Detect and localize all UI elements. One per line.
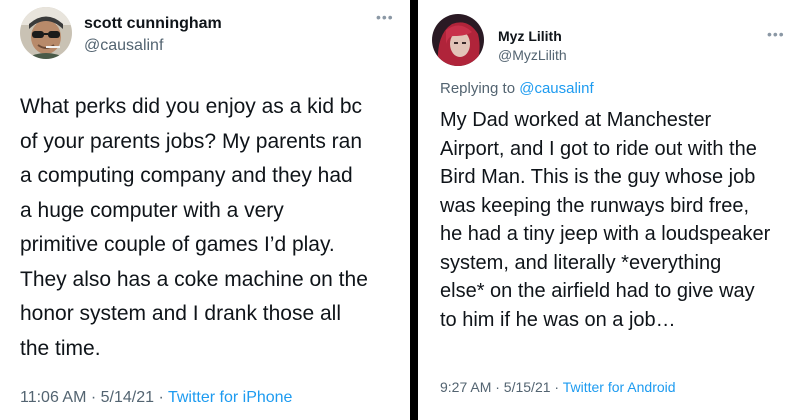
tweet-card-scott[interactable]: scott cunningham @causalinf ••• What per… bbox=[0, 0, 410, 420]
more-dots-icon[interactable]: ••• bbox=[376, 9, 394, 25]
author-name[interactable]: scott cunningham bbox=[84, 15, 222, 33]
avatar-photo-icon bbox=[432, 14, 484, 66]
tweet-text-line: Bird Man. This is the guy whose job bbox=[440, 166, 756, 188]
tweet-text-line: to him if he was on a job… bbox=[440, 308, 676, 331]
avatar-scott[interactable] bbox=[20, 7, 72, 59]
tweet-text-line: Airport, and I got to ride out with the bbox=[440, 137, 757, 160]
avatar-photo-icon bbox=[20, 7, 72, 59]
tweet-meta: 9:27 AM · 5/15/21 · Twitter for Android bbox=[440, 379, 676, 395]
author-handle[interactable]: @MyzLilith bbox=[498, 47, 567, 63]
tweet-source-link[interactable]: Twitter for Android bbox=[563, 379, 676, 395]
screenshot-composite: scott cunningham @causalinf ••• What per… bbox=[0, 0, 800, 420]
meta-separator: · bbox=[550, 379, 563, 395]
tweet-timestamp[interactable]: 9:27 AM · 5/15/21 bbox=[440, 379, 551, 395]
tweet-text-line: What perks did you enjoy as a kid bc bbox=[20, 95, 363, 118]
replying-prefix: Replying to bbox=[440, 80, 520, 97]
more-dots-icon[interactable]: ••• bbox=[767, 26, 785, 42]
tweet-text-line: a huge computer with a very bbox=[20, 198, 284, 222]
meta-separator: · bbox=[154, 389, 168, 406]
tweet-text-line: he had a tiny jeep with a loudspeaker bbox=[440, 223, 771, 245]
tweet-text-line: else* on the airfield had to give way bbox=[440, 280, 755, 302]
author-handle[interactable]: @causalinf bbox=[84, 37, 163, 55]
tweet-meta: 11:06 AM · 5/14/21 · Twitter for iPhone bbox=[20, 389, 292, 407]
tweet-text: What perks did you enjoy as a kid bc of … bbox=[20, 90, 405, 366]
replying-to: Replying to @causalinf bbox=[440, 80, 594, 97]
tweet-text-line: system, and literally *everything bbox=[440, 251, 722, 274]
avatar-myz[interactable] bbox=[432, 14, 484, 66]
tweet-card-myz[interactable]: Myz Lilith @MyzLilith ••• Replying to @c… bbox=[418, 0, 800, 420]
tweet-text-line: My Dad worked at Manchester bbox=[440, 109, 712, 131]
tweet-text-line: a computing company and they had bbox=[20, 164, 353, 187]
tweet-text-line: of your parents jobs? My parents ran bbox=[20, 129, 363, 153]
tweet-text-line: the time. bbox=[20, 336, 101, 360]
reply-mention-link[interactable]: @causalinf bbox=[519, 80, 593, 97]
tweet-text-line: was keeping the runways bird free, bbox=[440, 194, 750, 217]
tweet-text: My Dad worked at Manchester Airport, and… bbox=[440, 106, 800, 334]
author-name[interactable]: Myz Lilith bbox=[498, 28, 562, 44]
tweet-text-line: primitive couple of games I’d play. bbox=[20, 233, 335, 256]
tweet-text-line: honor system and I drank those all bbox=[20, 302, 342, 325]
tweet-timestamp[interactable]: 11:06 AM · 5/14/21 bbox=[20, 389, 154, 406]
tweet-source-link[interactable]: Twitter for iPhone bbox=[168, 389, 293, 406]
tweet-text-line: They also has a coke machine on the bbox=[20, 267, 368, 291]
